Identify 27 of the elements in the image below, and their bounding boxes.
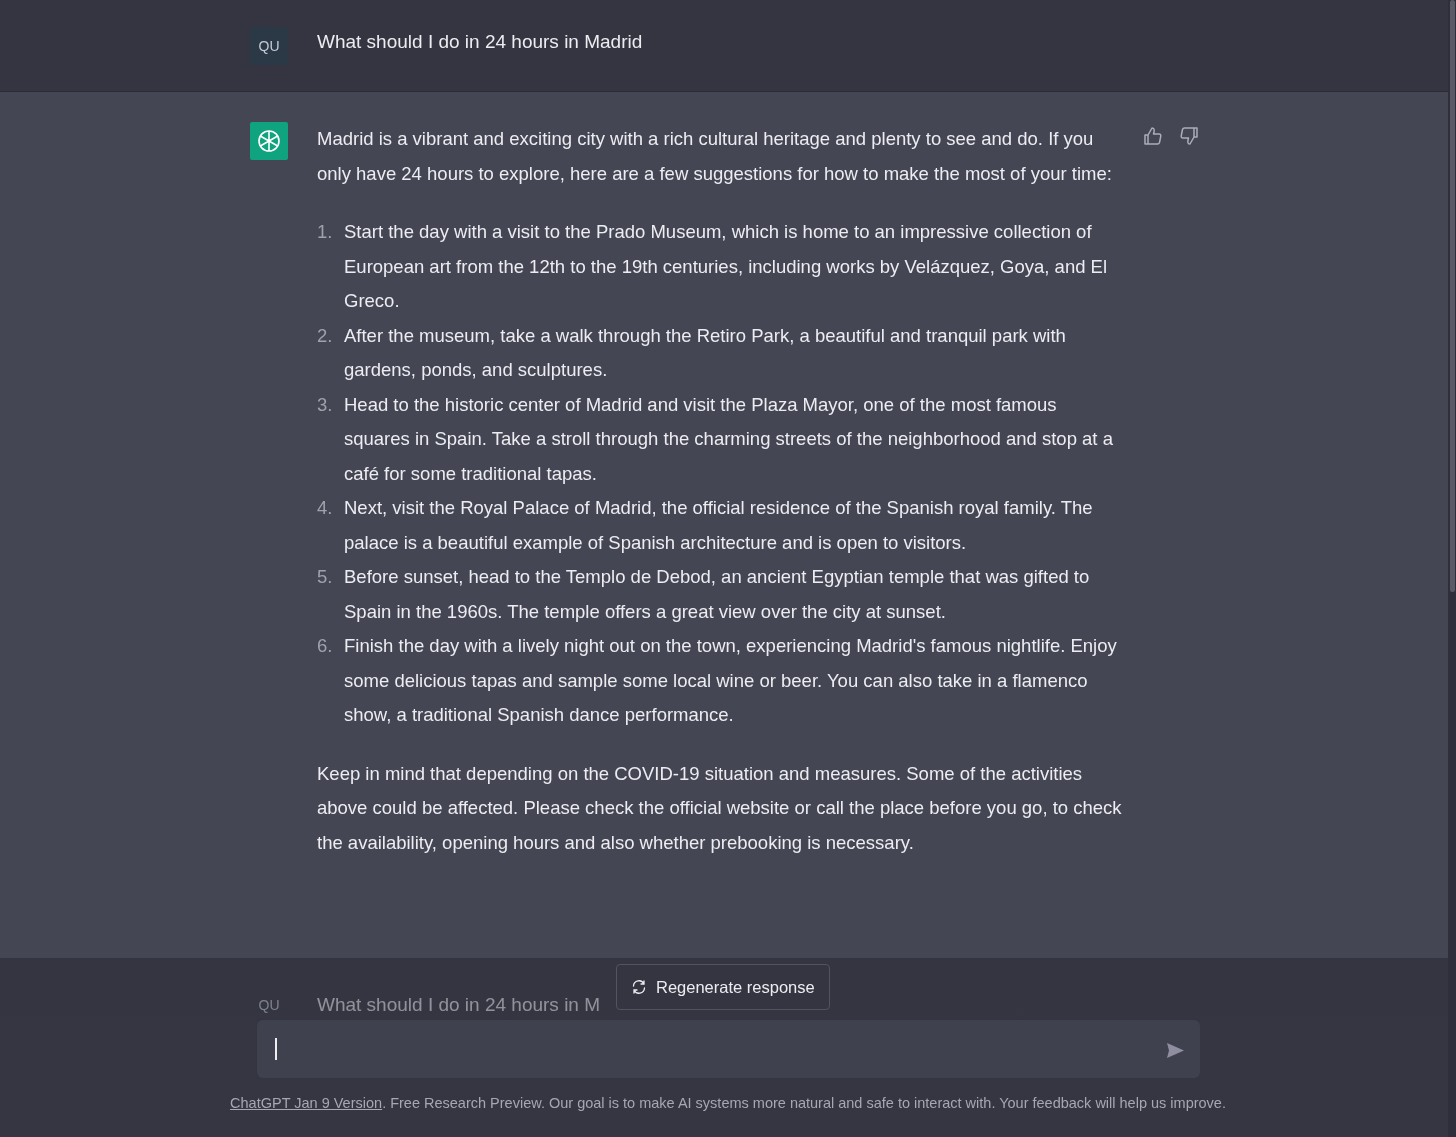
- list-item-text: Head to the historic center of Madrid and visit the Plaza Mayor, one of the most famous squares in Spain. Take a stroll through the charming streets of the neighborhood and stop at a café for some traditional tapas.: [344, 392, 1114, 486]
- list-item-text: Finish the day with a lively night out on the town, experiencing Madrid's famous nightlife. Enjoy some delicious tapas and sample some local wine or beer. You can also take in a flamenco show, a traditional Spanish dance performance.: [344, 634, 1118, 727]
- list-number: 3.: [317, 392, 334, 417]
- list-item-text: Before sunset, head to the Templo de Debod, an ancient Egyptian temple that was gifted to Spain in the 1960s. The temple offers a great view over the city at sunset.: [344, 565, 1091, 624]
- answer-paragraph: Keep in mind that depending on the COVID-19 situation and measures. Some of the activities above could be affected. Please check the official website or call the place before you go, to check the availability, opening hours and also whether prebooking is necessary.: [317, 761, 1123, 855]
- question-text: What should I do in 24 hours in Madrid: [317, 30, 643, 53]
- assistant-logo-icon: [250, 122, 288, 160]
- scrollbar-thumb[interactable]: [1450, 0, 1455, 592]
- list-number: 1.: [317, 220, 334, 244]
- answer-paragraph: Madrid is a vibrant and exciting city with a rich cultural heritage and plenty to see and do. If you only have 24 hours to explore, here are a few suggestions for how to make the most of your time:: [317, 127, 1113, 186]
- list-number: 6.: [317, 634, 334, 658]
- version-link[interactable]: ChatGPT Jan 9 Version: [230, 1095, 383, 1111]
- question-text: What should I do in 24 hours in M: [317, 994, 601, 1016]
- user-avatar: QU: [257, 997, 281, 1013]
- thumbs-up-icon[interactable]: [1143, 126, 1163, 146]
- message-input-field[interactable]: [257, 1020, 1200, 1078]
- user-avatar: QU: [250, 26, 288, 65]
- list-item-text: Start the day with a visit to the Prado Museum, which is home to an impressive collection of European art from the 12th to the 19th centuries, including works by Velázquez, Goya, and El Greco.: [344, 220, 1109, 313]
- list-number: 4.: [317, 496, 334, 520]
- send-icon[interactable]: [1166, 1042, 1185, 1059]
- list-item-text: Next, visit the Royal Palace of Madrid, the official residence of the Spanish royal family. The palace is a beautiful example of Spanish architecture and is open to visitors.: [344, 496, 1094, 555]
- list-number: 2.: [317, 323, 334, 348]
- list-item-text: After the museum, take a walk through the Retiro Park, a beautiful and tranquil park with gardens, ponds, and sculptures.: [344, 323, 1067, 382]
- list-number: 5.: [317, 565, 334, 589]
- thumbs-down-icon[interactable]: [1179, 126, 1199, 146]
- refresh-icon: [631, 979, 647, 995]
- regenerate-button[interactable]: Regenerate response: [616, 964, 830, 1010]
